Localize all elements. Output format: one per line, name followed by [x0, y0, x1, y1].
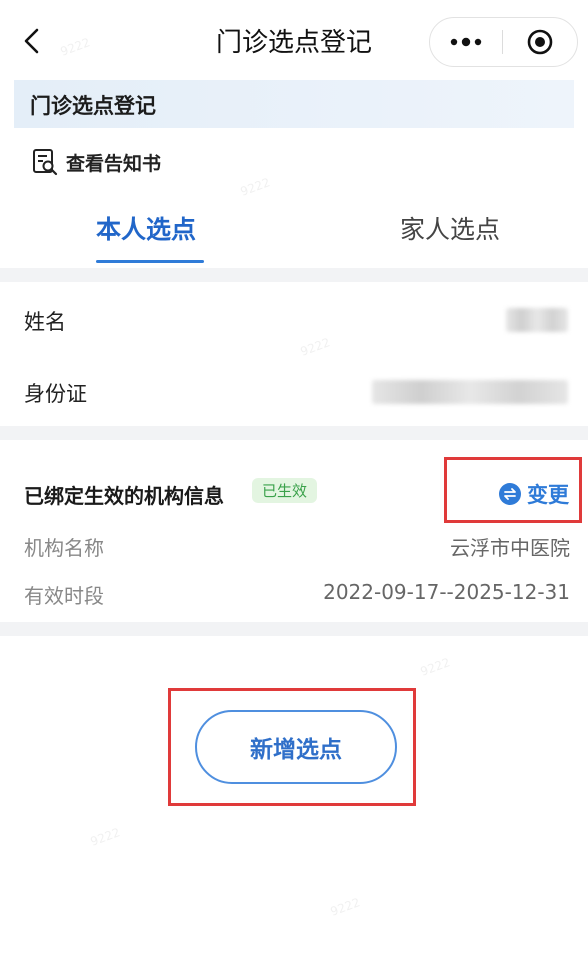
validity-period-label: 有效时段 — [24, 584, 104, 608]
close-mini-program-button[interactable] — [503, 18, 576, 66]
swap-icon — [499, 483, 521, 505]
notice-label: 查看告知书 — [66, 152, 162, 175]
name-value-redacted — [506, 308, 568, 332]
banner-title: 门诊选点登记 — [30, 94, 156, 118]
target-icon — [527, 29, 552, 55]
document-search-icon — [33, 149, 58, 176]
section-banner: 门诊选点登记 — [14, 80, 574, 128]
section-divider — [0, 268, 588, 282]
name-label: 姓名 — [24, 310, 66, 334]
watermark: 9222 — [418, 655, 453, 679]
id-value-redacted — [372, 380, 568, 404]
id-label: 身份证 — [24, 382, 87, 406]
section-divider — [0, 622, 588, 636]
more-button[interactable] — [430, 18, 502, 66]
watermark: 9222 — [88, 825, 123, 849]
watermark: 9222 — [328, 895, 363, 919]
add-selection-button[interactable]: 新增选点 — [195, 710, 397, 784]
tab-family-selection[interactable]: 家人选点 — [400, 210, 500, 246]
add-selection-label: 新增选点 — [250, 737, 342, 763]
view-notice-link[interactable]: 查看告知书 — [32, 144, 161, 180]
more-dots-icon — [450, 37, 482, 47]
institution-name-label: 机构名称 — [24, 536, 104, 560]
change-label: 变更 — [527, 483, 569, 507]
section-divider — [0, 426, 588, 440]
institution-name-value: 云浮市中医院 — [450, 536, 570, 560]
nav-bar: 门诊选点登记 — [0, 0, 588, 80]
watermark: 9222 — [298, 335, 333, 359]
change-button[interactable]: 变更 — [499, 479, 569, 509]
tab-self-selection[interactable]: 本人选点 — [96, 210, 196, 246]
status-badge: 已生效 — [252, 478, 318, 503]
validity-period-value: 2022-09-17--2025-12-31 — [323, 580, 570, 604]
mini-program-capsule — [429, 17, 578, 67]
active-tab-indicator — [96, 260, 204, 263]
institution-section-title: 已绑定生效的机构信息 — [24, 484, 224, 508]
watermark: 9222 — [238, 175, 273, 199]
